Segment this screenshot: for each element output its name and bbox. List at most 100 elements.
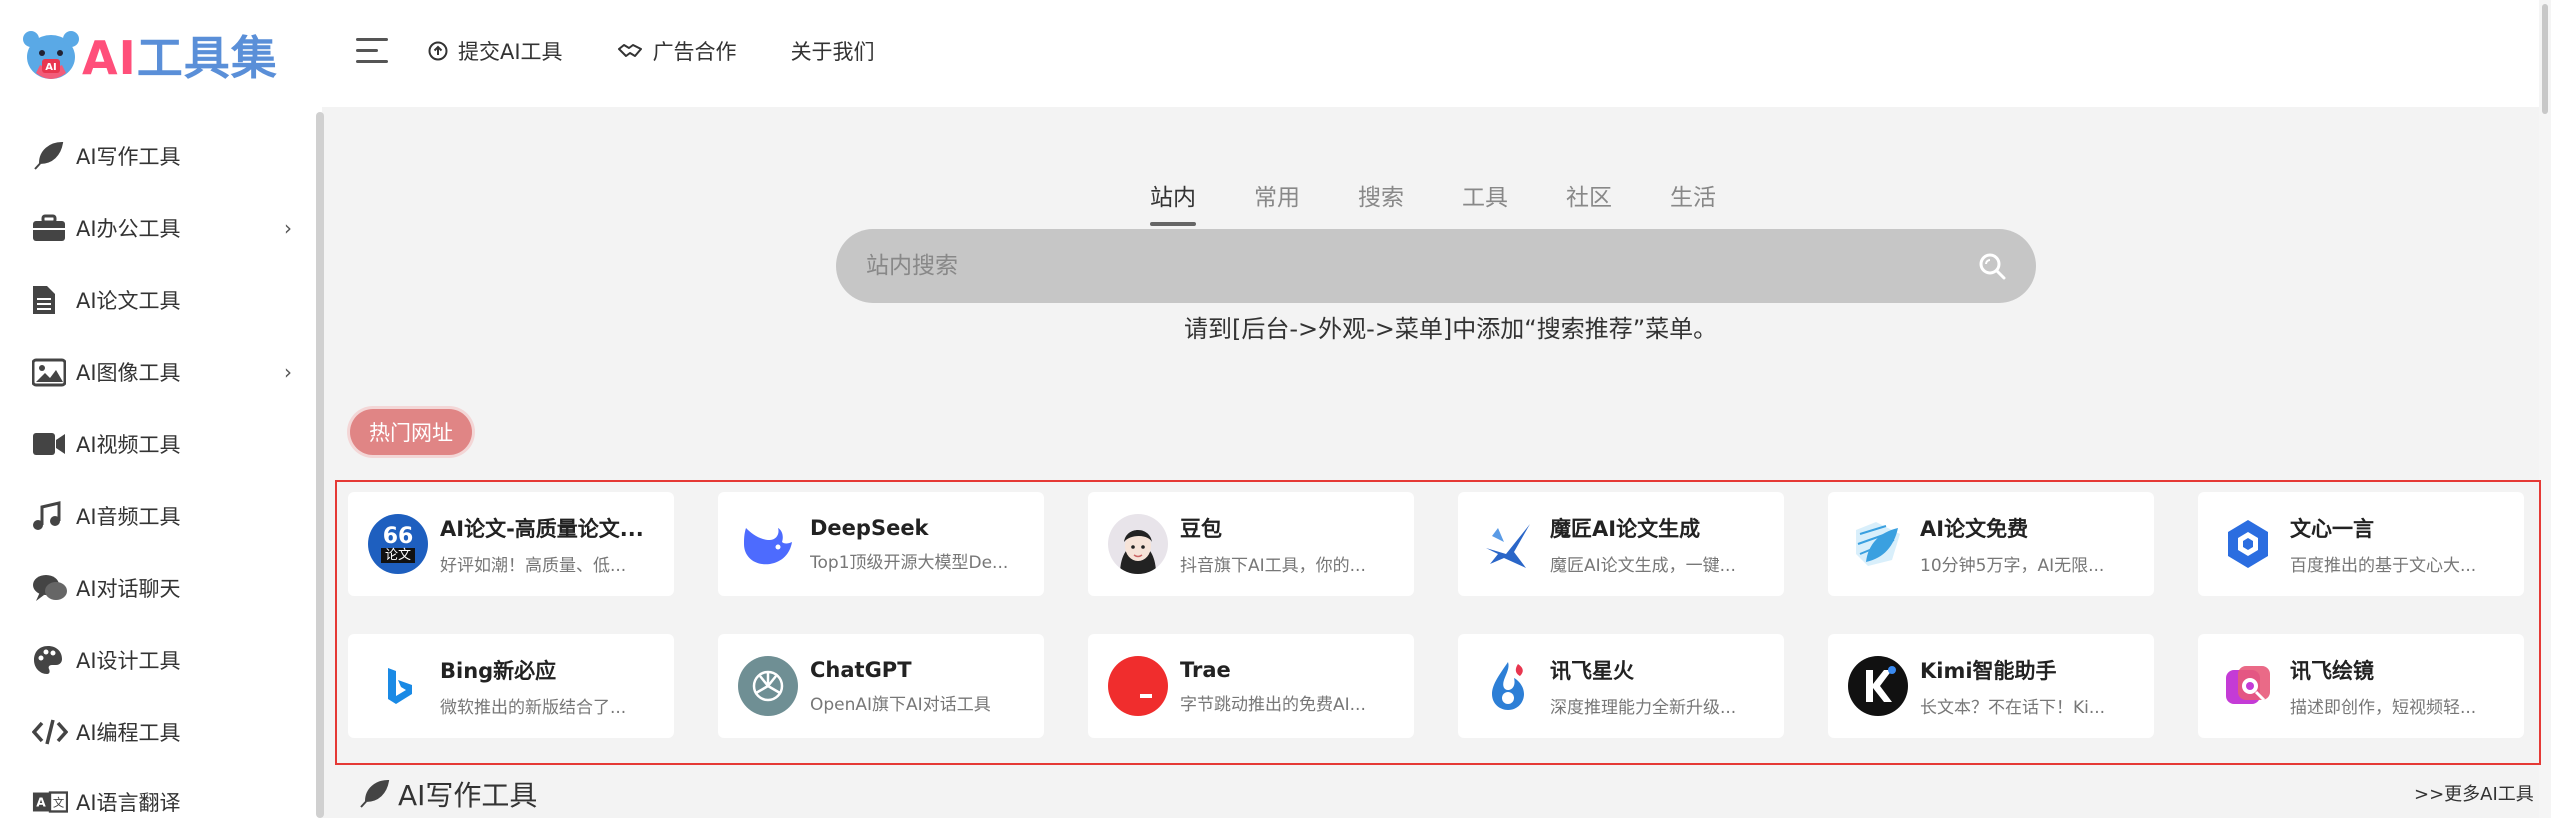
tab-community[interactable]: 社区 [1566,178,1612,212]
site-card[interactable]: DeepSeek Top1顶级开源大模型De... [718,492,1044,596]
sidebar-item-label: AI写作工具 [76,145,181,169]
menu-toggle-icon[interactable] [356,38,388,66]
chat-icon [32,572,68,604]
more-tools-link[interactable]: >>更多AI工具 [2414,780,2534,806]
sidebar-item-office[interactable]: AI办公工具 › [32,212,292,244]
sidebar-item-coding[interactable]: AI编程工具 [32,716,292,748]
search-tabs: 站内 常用 搜索 工具 社区 生活 [1150,178,1774,226]
tab-tools[interactable]: 工具 [1462,178,1508,212]
card-desc: 10分钟5万字，AI无限... [1920,555,2105,576]
xunfei-huijing-icon [2218,656,2278,716]
top-nav: 提交AI工具 广告合作 关于我们 [428,36,929,66]
tab-life[interactable]: 生活 [1670,178,1716,212]
top-header: AI AI工具集 提交AI工具 广告合作 关于我们 [0,0,2551,107]
nav-submit-tool[interactable]: 提交AI工具 [428,36,563,66]
logo-wordmark: AI工具集 [82,22,278,88]
sidebar-item-paper[interactable]: AI论文工具 [32,284,292,316]
site-card[interactable]: Trae 字节跳动推出的免费AI... [1088,634,1414,738]
card-desc: OpenAI旗下AI对话工具 [810,694,991,715]
card-title: 豆包 [1180,516,1222,541]
card-desc: 长文本？不在话下！Ki... [1920,697,2106,718]
card-desc: 抖音旗下AI工具，你的... [1180,555,1366,576]
document-icon [32,284,68,316]
sidebar-item-video[interactable]: AI视频工具 [32,428,292,460]
ai-lunwen-leaf-icon [1848,514,1908,574]
sidebar-item-label: AI设计工具 [76,649,181,673]
sidebar-item-design[interactable]: AI设计工具 [32,644,292,676]
site-card[interactable]: 66 论文 AI论文-高质量论文... 好评如潮！高质量、低... [348,492,674,596]
card-desc: 描述即创作，短视频轻... [2290,697,2477,718]
nav-about-us[interactable]: 关于我们 [791,36,875,66]
search-recommend-hint: 请到[后台->外观->菜单]中添加“搜索推荐”菜单。 [1184,315,1718,343]
sidebar-item-label: AI图像工具 [76,361,181,385]
deepseek-whale-icon [738,514,798,574]
card-desc: Top1顶级开源大模型De... [810,552,1009,573]
card-title: AI论文-高质量论文... [440,516,644,541]
sidebar-item-label: AI编程工具 [76,721,181,745]
music-icon [32,500,68,532]
mojiang-bird-icon [1478,514,1538,574]
search-icon[interactable] [1978,252,2006,280]
site-card[interactable]: 文心一言百度推出的基于文心大... [2198,492,2524,596]
sidebar-scrollbar[interactable] [316,112,324,818]
hot-sites-badge[interactable]: 热门网址 [350,409,472,455]
card-title: AI论文免费 [1920,516,2029,541]
nav-label: 提交AI工具 [458,40,563,64]
card-desc: 微软推出的新版结合了... [440,697,627,718]
feather-icon [360,779,390,808]
sidebar-item-label: AI视频工具 [76,433,181,457]
site-card[interactable]: Bing新必应微软推出的新版结合了... [348,634,674,738]
card-title: ChatGPT [810,657,912,682]
tab-common[interactable]: 常用 [1254,178,1300,212]
handshake-icon [617,44,642,57]
sidebar-item-label: AI办公工具 [76,217,181,241]
sidebar-item-audio[interactable]: AI音频工具 [32,500,292,532]
wenxin-hex-icon [2218,514,2278,574]
site-card[interactable]: 讯飞绘镜描述即创作，短视频轻... [2198,634,2524,738]
lunwen66-icon: 66 论文 [368,514,428,574]
sidebar-item-writing[interactable]: AI写作工具 [32,140,292,172]
trae-icon [1108,656,1168,716]
card-title: 讯飞绘镜 [2290,658,2374,683]
nav-label: 广告合作 [652,40,737,64]
doubao-avatar-icon [1108,514,1168,574]
card-title: DeepSeek [810,515,929,540]
logo-badge-text: AI [45,62,56,73]
tab-search[interactable]: 搜索 [1358,178,1404,212]
card-desc: 百度推出的基于文心大... [2290,555,2477,576]
mascot-logo-icon: AI [22,25,80,85]
card-title: 文心一言 [2290,516,2374,541]
nav-ad-cooperation[interactable]: 广告合作 [617,36,737,66]
site-card[interactable]: 讯飞星火深度推理能力全新升级... [1458,634,1784,738]
palette-icon [32,644,68,676]
sidebar-item-label: AI论文工具 [76,289,181,313]
feather-icon [32,140,68,172]
kimi-icon [1848,656,1908,716]
site-card[interactable]: 豆包抖音旗下AI工具，你的... [1088,492,1414,596]
bing-icon [368,656,428,716]
card-title: Trae [1180,657,1231,682]
card-title: Bing新必应 [440,658,557,683]
site-card[interactable]: Kimi智能助手 长文本？不在话下！Ki... [1828,634,2154,738]
sidebar-item-label: AI音频工具 [76,505,181,529]
chevron-right-icon: › [284,360,292,384]
card-desc: 深度推理能力全新升级... [1550,697,1737,718]
tab-site[interactable]: 站内 [1150,178,1196,226]
sidebar-item-image[interactable]: AI图像工具 › [32,356,292,388]
site-logo[interactable]: AI AI工具集 [22,22,278,88]
logo-rest-text: 工具集 [136,31,278,85]
nav-label: 关于我们 [790,40,875,64]
svg-text:A: A [36,796,46,810]
card-desc: 好评如潮！高质量、低... [440,555,627,576]
sidebar-item-translate[interactable]: A文 AI语言翻译 [32,786,292,818]
sidebar-item-label: AI对话聊天 [76,577,181,601]
site-card[interactable]: 魔匠AI论文生成 魔匠AI论文生成，一键... [1458,492,1784,596]
sidebar-item-chat[interactable]: AI对话聊天 [32,572,292,604]
upload-icon [428,41,448,61]
card-title: 讯飞星火 [1550,658,1634,683]
site-card[interactable]: AI论文免费 10分钟5万字，AI无限... [1828,492,2154,596]
site-card[interactable]: ChatGPT OpenAI旗下AI对话工具 [718,634,1044,738]
chatgpt-icon [738,656,798,716]
card-title: 魔匠AI论文生成 [1550,516,1701,541]
search-input[interactable] [866,253,1978,279]
